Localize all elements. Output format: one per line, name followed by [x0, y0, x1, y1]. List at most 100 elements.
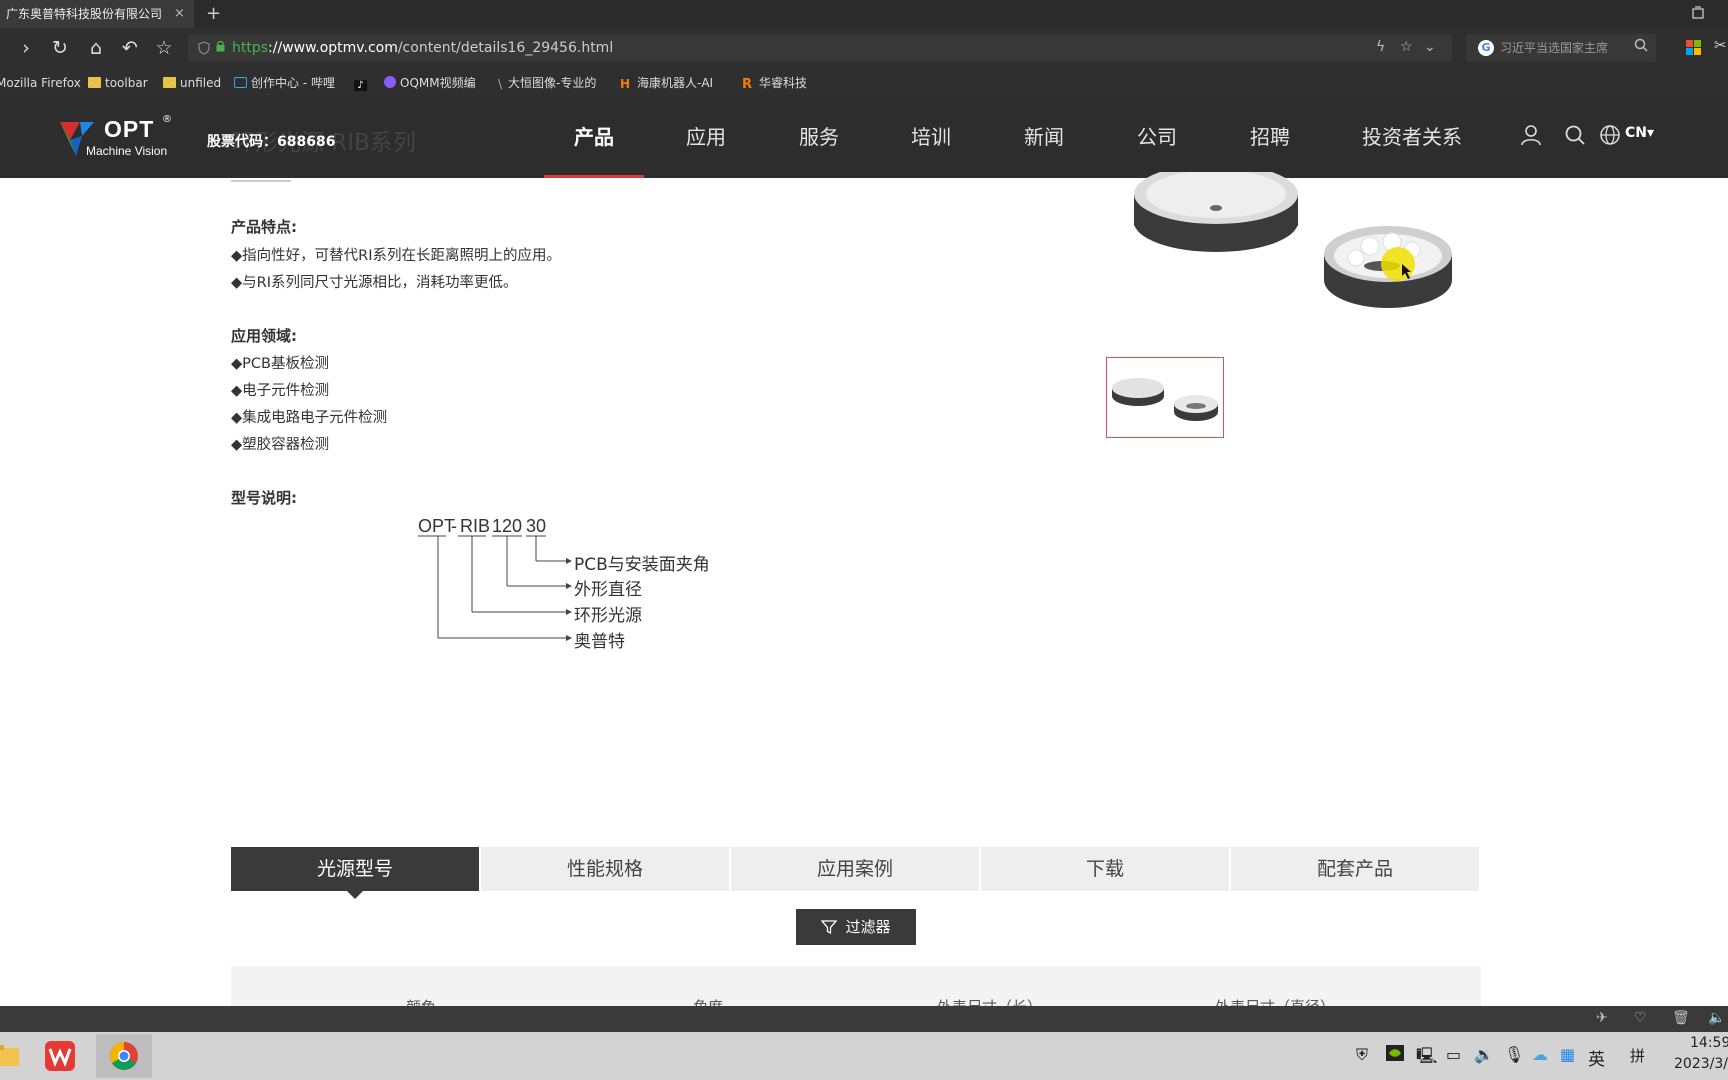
browser-nav-bar: › ↻ ⌂ ↶ ☆ https://www.optmv.com/content/… — [0, 28, 1728, 68]
battery-tray-icon[interactable]: ▭ — [1446, 1045, 1461, 1064]
application-item: ◆集成电路电子元件检测 — [231, 410, 388, 426]
filter-icon — [821, 909, 838, 945]
table-column-header: 外表尺寸（长） — [937, 996, 1042, 1006]
tab-accessories[interactable]: 配套产品 — [1231, 847, 1479, 891]
huarui-icon: R — [742, 77, 753, 92]
model-code-diagram: OPT - RIB 120 30 PCB与安装面夹角 外形直径 环形光源 奥普特 — [410, 512, 730, 652]
address-bar[interactable]: https://www.optmv.com/content/details16_… — [188, 34, 1452, 62]
filter-button[interactable]: 过滤器 — [796, 909, 916, 945]
heart-icon[interactable]: ♡ — [1634, 1010, 1647, 1026]
search-input[interactable]: 习近平当选国家主席 — [1500, 34, 1608, 62]
rocket-icon[interactable]: ✈ — [1596, 1010, 1608, 1026]
nav-item-products[interactable]: 产品 — [544, 98, 644, 178]
bookmark-item[interactable]: H 海康机器人-AI — [620, 68, 713, 98]
star-icon[interactable]: ☆ — [1400, 39, 1413, 55]
nav-item-training[interactable]: 培训 — [881, 98, 981, 178]
model-code-part: 30 — [526, 516, 547, 536]
ring-light-thumbnail-image — [1112, 378, 1218, 421]
nav-item-news[interactable]: 新闻 — [994, 98, 1094, 178]
language-selector[interactable]: CN▾ — [1625, 125, 1654, 141]
hikrobot-icon: H — [620, 77, 631, 91]
microphone-tray-icon[interactable]: 🎙 — [1504, 1045, 1524, 1064]
bookmark-item[interactable]: Mozilla Firefox — [0, 68, 81, 98]
speaker-icon[interactable]: 🔈 — [1708, 1010, 1725, 1026]
clock-date[interactable]: 2023/3/ — [1674, 1056, 1728, 1072]
daheng-icon: \ — [498, 77, 503, 91]
tab-specifications[interactable]: 性能规格 — [481, 847, 729, 891]
application-item: ◆塑胶容器检测 — [231, 437, 330, 453]
chevron-down-icon[interactable]: ⌄ — [1424, 39, 1436, 55]
bookmark-item[interactable]: unfiled — [163, 68, 221, 98]
ime-language[interactable]: 英 — [1588, 1045, 1605, 1070]
bookmark-item[interactable]: OQMM视频编 — [384, 68, 476, 98]
volume-tray-icon[interactable]: 🔉 — [1474, 1045, 1494, 1064]
wps-office-icon[interactable] — [38, 1034, 82, 1078]
table-header: 颜色 角度 外表尺寸（长） 外表尺寸（直径） — [231, 966, 1481, 1006]
tab-downloads[interactable]: 下载 — [981, 847, 1229, 891]
bookmark-item[interactable]: \ 大恒图像-专业的 — [498, 68, 596, 98]
shield-tray-icon[interactable]: ⛨ — [1356, 1045, 1368, 1065]
bookmark-item[interactable]: ♪ — [354, 68, 371, 98]
tab-application-cases[interactable]: 应用案例 — [731, 847, 979, 891]
cloud-tray-icon[interactable]: ☁ — [1532, 1045, 1548, 1064]
browser-tab[interactable]: 广东奥普特科技股份有限公司 — [0, 0, 194, 28]
bookmark-star-icon[interactable]: ☆ — [152, 36, 176, 60]
lightning-icon[interactable]: ϟ — [1376, 39, 1385, 55]
tab-close-icon[interactable]: × — [174, 0, 185, 28]
tab-list-icon[interactable] — [1690, 5, 1706, 21]
table-column-header: 外表尺寸（直径） — [1215, 996, 1335, 1006]
nvidia-tray-icon[interactable] — [1386, 1045, 1404, 1065]
oqmm-icon — [384, 76, 396, 88]
clock-time[interactable]: 14:59 — [1690, 1035, 1728, 1051]
apps-grid-icon[interactable] — [1686, 40, 1702, 56]
model-label: 外形直径 — [574, 580, 642, 600]
table-column-header: 颜色 — [406, 996, 436, 1006]
undo-icon[interactable]: ↶ — [118, 36, 142, 60]
chrome-icon[interactable] — [96, 1034, 152, 1078]
model-code-part: OPT — [418, 516, 456, 536]
grid-tray-icon[interactable]: ▦ — [1560, 1045, 1575, 1064]
nav-item-investors[interactable]: 投资者关系 — [1352, 98, 1472, 178]
forward-icon[interactable]: › — [14, 36, 38, 60]
search-icon[interactable] — [1634, 38, 1648, 56]
nav-item-company[interactable]: 公司 — [1107, 98, 1207, 178]
opt-logo[interactable]: OPT ® Machine Vision — [58, 114, 174, 162]
trash-icon[interactable]: 🗑 — [1672, 1010, 1690, 1026]
network-tray-icon[interactable]: 🖳 — [1416, 1045, 1437, 1072]
scissors-icon[interactable]: ✂ — [1714, 36, 1727, 54]
model-code-part: RIB — [460, 516, 491, 536]
applications-heading: 应用领域: — [231, 327, 297, 345]
url-host: ://www.optmv.com — [268, 40, 398, 56]
new-tab-button[interactable]: + — [206, 0, 221, 27]
url-scheme: https — [232, 40, 269, 56]
logo-text: OPT — [104, 116, 155, 142]
tab-light-models[interactable]: 光源型号 — [231, 847, 479, 891]
ime-mode[interactable]: 拼 — [1630, 1045, 1645, 1066]
product-thumbnail[interactable] — [1106, 357, 1224, 438]
nav-item-services[interactable]: 服务 — [769, 98, 869, 178]
search-icon[interactable] — [1564, 124, 1586, 151]
bookmark-item[interactable]: toolbar — [88, 68, 148, 98]
user-icon[interactable] — [1520, 124, 1542, 151]
model-diagram-lines — [418, 535, 572, 641]
reload-icon[interactable]: ↻ — [48, 36, 72, 60]
home-icon[interactable]: ⌂ — [84, 36, 108, 60]
bookmarks-bar: Mozilla Firefox toolbar unfiled 创作中心 - 哔… — [0, 68, 1728, 98]
globe-icon[interactable] — [1599, 124, 1621, 151]
os-taskbar: ⛨ 🖳 ▭ 🔉 🎙 ☁ ▦ 英 拼 14:59 2023/3/ — [0, 1032, 1728, 1080]
model-code-part: - — [451, 516, 457, 536]
filter-label: 过滤器 — [845, 918, 891, 936]
table-column-header: 角度 — [693, 996, 723, 1006]
browser-tab-bar: 广东奥普特科技股份有限公司 × + — [0, 0, 1728, 28]
logo-subtitle: Machine Vision — [86, 144, 168, 158]
url-path: /content/details16_29456.html — [397, 40, 614, 56]
shield-icon — [198, 41, 210, 55]
bookmark-item[interactable]: R 华睿科技 — [742, 68, 807, 98]
file-explorer-icon[interactable] — [0, 1034, 28, 1078]
nav-item-careers[interactable]: 招聘 — [1220, 98, 1320, 178]
nav-item-applications[interactable]: 应用 — [656, 98, 756, 178]
feature-item: ◆指向性好，可替代RI系列在长距离照明上的应用。 — [231, 248, 562, 264]
tiktok-icon: ♪ — [354, 80, 367, 91]
search-box[interactable]: G 习近平当选国家主席 — [1466, 34, 1656, 62]
bookmark-item[interactable]: 创作中心 - 哔哩 — [234, 68, 335, 98]
